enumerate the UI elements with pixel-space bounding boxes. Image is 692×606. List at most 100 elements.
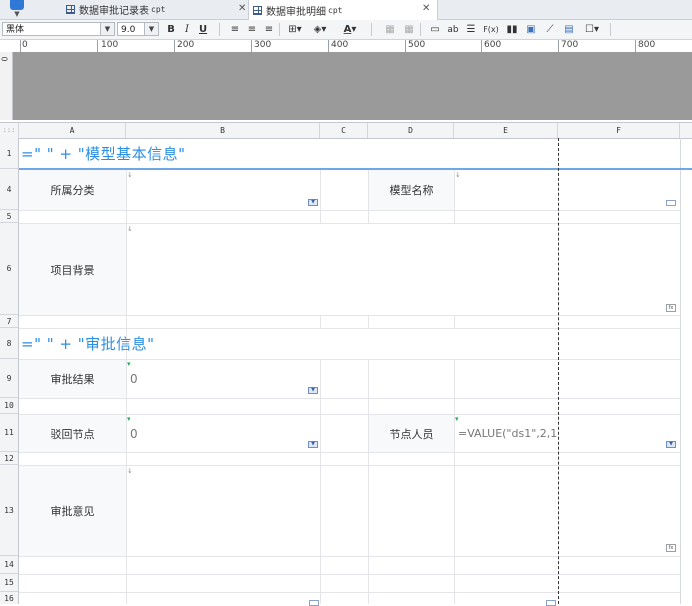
merge-cells-button[interactable]: ▦ — [383, 22, 397, 37]
cell-marker-icon: ↓ — [127, 171, 133, 179]
insert-chart-button[interactable]: ▮▮ — [505, 22, 519, 37]
insert-image-button[interactable]: ▣ — [524, 22, 538, 37]
app-menu-caret-icon[interactable]: ▼ — [12, 10, 22, 18]
app-menu-icon[interactable] — [10, 0, 24, 10]
dropdown-widget-icon[interactable]: ▼ — [308, 387, 318, 394]
column-header-e[interactable]: E — [454, 123, 558, 138]
ruler-mark: 100 — [101, 40, 119, 50]
tab-record-table-close-icon[interactable]: ✕ — [238, 3, 246, 14]
align-center-button[interactable]: ≡ — [245, 22, 259, 37]
ruler-mark: 200 — [177, 40, 195, 50]
toolbar-divider — [610, 23, 611, 36]
label-opinion[interactable]: 审批意见 — [19, 466, 126, 556]
font-size-select[interactable]: 9.0 ▼ — [117, 22, 159, 36]
widget-icon[interactable] — [309, 600, 319, 606]
cell-marker-icon: ↓ — [455, 171, 461, 179]
bold-button[interactable]: B — [164, 22, 178, 37]
grid-line — [19, 210, 680, 211]
underline-button[interactable]: U — [196, 22, 210, 37]
italic-button[interactable]: I — [180, 22, 194, 37]
fill-color-button[interactable]: ◈▾ — [309, 22, 331, 37]
more-insert-button[interactable]: ☐▾ — [581, 22, 603, 37]
font-family-value: 黑体 — [6, 25, 25, 35]
row-header-4[interactable]: 4 — [0, 169, 18, 210]
return-node-dropdown-cell[interactable]: 0 — [127, 415, 320, 452]
spreadsheet-grid: =" " + "模型基本信息" 所属分类 ↓ ▼ 模型名称 ↓ 项目背景 ↓ f… — [19, 138, 692, 606]
ruler-tick — [20, 40, 21, 52]
result-dropdown-cell[interactable]: 0 — [127, 360, 320, 398]
column-header-bar: ::: A B C D E F — [0, 122, 692, 139]
text-widget-icon[interactable] — [666, 200, 676, 206]
row-header-5[interactable]: 5 — [0, 210, 18, 223]
row-header-8[interactable]: 8 — [0, 328, 18, 359]
row-header-6[interactable]: 6 — [0, 223, 18, 315]
column-header-b[interactable]: B — [126, 123, 320, 138]
cell-marker-icon: ▾ — [127, 415, 131, 423]
background-textarea-cell[interactable] — [127, 224, 680, 315]
border-button[interactable]: ⊞▾ — [284, 22, 306, 37]
insert-slash-button[interactable]: ⟋ — [543, 22, 557, 37]
label-model-name[interactable]: 模型名称 — [369, 170, 454, 210]
template-grid-icon[interactable] — [47, 2, 61, 17]
tab-record-table[interactable]: 数据审批记录表 cpt — [66, 0, 234, 19]
row-header-11[interactable]: 11 — [0, 414, 18, 452]
label-background[interactable]: 项目背景 — [19, 224, 126, 315]
model-name-cell[interactable] — [455, 170, 680, 210]
tab-detail[interactable]: 数据审批明细 cpt — [248, 0, 438, 20]
formula-widget-icon[interactable]: fx — [666, 304, 676, 312]
cell-marker-icon: ▾ — [455, 415, 459, 423]
insert-field-button[interactable]: ▭ — [428, 22, 442, 37]
dropdown-widget-icon[interactable]: ▼ — [666, 441, 676, 448]
label-category[interactable]: 所属分类 — [19, 170, 126, 210]
row-header-12[interactable]: 12 — [0, 452, 18, 465]
column-header-d[interactable]: D — [368, 123, 454, 138]
label-return-node[interactable]: 驳回节点 — [19, 415, 126, 452]
category-dropdown-cell[interactable] — [127, 170, 320, 210]
section-title-model-info[interactable]: =" " + "模型基本信息" — [19, 138, 559, 169]
insert-formula-button[interactable]: F(x) — [482, 22, 500, 37]
node-person-formula-cell[interactable]: =VALUE("ds1",2,1) — [455, 415, 558, 452]
row-header-7[interactable]: 7 — [0, 315, 18, 328]
font-family-select[interactable]: 黑体 ▼ — [2, 22, 115, 36]
chevron-down-icon[interactable]: ▼ — [144, 23, 158, 35]
widget-icon[interactable] — [546, 600, 556, 606]
chevron-down-icon[interactable]: ▼ — [100, 23, 114, 35]
ruler-tick — [558, 40, 559, 52]
column-header-a[interactable]: A — [19, 123, 126, 138]
section-title-approval-info[interactable]: =" " + "审批信息" — [19, 328, 559, 359]
row-header-15[interactable]: 15 — [0, 574, 18, 592]
vertical-ruler-mark: 0 — [0, 56, 10, 62]
opinion-textarea-cell[interactable] — [127, 466, 680, 556]
dropdown-widget-icon[interactable]: ▼ — [308, 199, 318, 206]
column-header-f[interactable]: F — [558, 123, 680, 138]
toolbar-divider — [219, 23, 220, 36]
insert-subreport-button[interactable]: ▤ — [562, 22, 576, 37]
row-header-16[interactable]: 16 — [0, 592, 18, 604]
select-all-corner[interactable]: ::: — [0, 123, 19, 138]
row-header-14[interactable]: 14 — [0, 556, 18, 574]
label-node-person[interactable]: 节点人员 — [369, 415, 454, 452]
ruler-mark: 800 — [638, 40, 656, 50]
vertical-ruler: 0 — [0, 52, 13, 120]
format-toolbar: 黑体 ▼ 9.0 ▼ B I U ≡ ≡ ≡ ⊞▾ ◈▾ A ▾ ▦ ▦ ▭ ab… — [0, 20, 692, 40]
align-right-button[interactable]: ≡ — [262, 22, 276, 37]
dropdown-widget-icon[interactable]: ▼ — [308, 441, 318, 448]
align-left-button[interactable]: ≡ — [228, 22, 242, 37]
label-result[interactable]: 审批结果 — [19, 360, 126, 398]
ruler-tick — [97, 40, 98, 52]
font-color-button[interactable]: A ▾ — [334, 22, 366, 37]
insert-text-button[interactable]: ab — [446, 22, 460, 37]
insert-richtext-button[interactable]: ☰ — [464, 22, 478, 37]
report-file-icon — [253, 5, 262, 15]
row-header-10[interactable]: 10 — [0, 398, 18, 414]
ruler-mark: 0 — [22, 40, 28, 50]
column-header-c[interactable]: C — [320, 123, 368, 138]
ruler-mark: 400 — [331, 40, 349, 50]
tab-detail-close-icon[interactable]: ✕ — [422, 3, 430, 14]
row-header-9[interactable]: 9 — [0, 359, 18, 398]
row-header-1[interactable]: 1 — [0, 138, 18, 169]
unmerge-cells-button[interactable]: ▦ — [402, 22, 416, 37]
row-header-13[interactable]: 13 — [0, 465, 18, 556]
grid-line — [19, 556, 680, 557]
formula-widget-icon[interactable]: fx — [666, 544, 676, 552]
